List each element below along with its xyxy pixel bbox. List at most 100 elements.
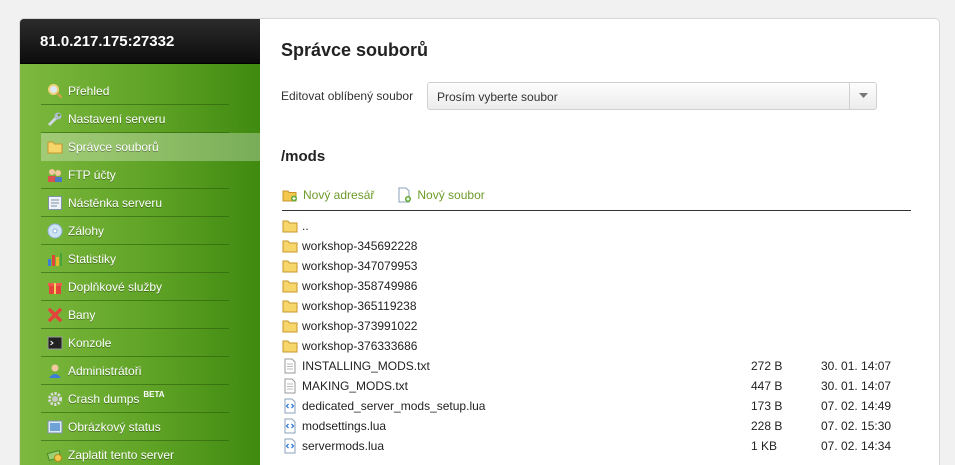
sidebar-item-ban-cross[interactable]: Bany <box>41 301 229 329</box>
bar-chart-icon <box>47 251 63 267</box>
folder-icon <box>282 218 298 234</box>
magnifier-icon <box>47 83 63 99</box>
disc-icon <box>47 223 63 239</box>
file-name: modsettings.lua <box>302 419 387 433</box>
file-name: .. <box>302 219 309 233</box>
wrench-icon <box>47 111 63 127</box>
file-name: dedicated_server_mods_setup.lua <box>302 399 486 413</box>
sidebar-item-label: Konzole <box>68 335 112 350</box>
folder-row[interactable]: .. <box>282 216 911 236</box>
chevron-down-icon[interactable] <box>849 83 876 109</box>
folder-icon <box>282 318 298 334</box>
code-file-icon <box>282 398 298 414</box>
file-row[interactable]: MAKING_MODS.txt 447 B 30. 01. 14:07 <box>282 376 911 396</box>
sidebar-item-label: Přehled <box>68 83 110 98</box>
text-file-icon <box>282 358 298 374</box>
sidebar-item-folder[interactable]: Správce souborů <box>41 133 260 161</box>
sidebar-item-disc[interactable]: Zálohy <box>41 217 229 245</box>
file-row[interactable]: INSTALLING_MODS.txt 272 B 30. 01. 14:07 <box>282 356 911 376</box>
folder-row[interactable]: workshop-376333686 <box>282 336 911 356</box>
new-file-icon <box>396 187 412 203</box>
sidebar-item-cog[interactable]: Crash dumps BETA <box>41 385 229 413</box>
sidebar-item-label: Nastavení serveru <box>68 111 166 126</box>
divider <box>282 210 911 211</box>
sidebar-item-wrench[interactable]: Nastavení serveru <box>41 105 229 133</box>
beta-badge: BETA <box>143 389 165 399</box>
sidebar-item-gift[interactable]: Doplňkové služby <box>41 273 229 301</box>
notice-board-icon <box>47 195 63 211</box>
sidebar-item-label: Doplňkové služby <box>68 279 163 294</box>
favorite-file-select[interactable]: Prosím vyberte soubor <box>427 82 877 110</box>
file-row[interactable]: modsettings.lua 228 B 07. 02. 15:30 <box>282 416 911 436</box>
file-size: 1 KB <box>751 439 778 453</box>
code-file-icon <box>282 418 298 434</box>
current-path: /mods <box>281 148 326 165</box>
file-name: workshop-376333686 <box>302 339 418 353</box>
sidebar-menu: Přehled Nastavení serveru Správce souborů F… <box>20 77 260 465</box>
folder-row[interactable]: workshop-373991022 <box>282 316 911 336</box>
sidebar-item-label: Statistiky <box>68 251 117 266</box>
users-icon <box>47 167 63 183</box>
file-actions: Nový adresář Nový soubor <box>282 187 485 203</box>
sidebar-item-label: Bany <box>68 307 96 322</box>
sidebar-item-bar-chart[interactable]: Statistiky <box>41 245 229 273</box>
image-icon <box>47 419 63 435</box>
sidebar-item-label: Crash dumps <box>68 391 140 406</box>
sidebar-item-notice-board[interactable]: Nástěnka serveru <box>41 189 229 217</box>
sidebar-item-label: Nástěnka serveru <box>68 195 163 210</box>
ban-cross-icon <box>47 307 63 323</box>
favorite-file-label: Editovat oblíbený soubor <box>281 89 414 103</box>
gift-icon <box>47 279 63 295</box>
favorite-file-selected: Prosím vyberte soubor <box>437 90 558 104</box>
folder-icon <box>282 238 298 254</box>
sidebar-item-admin-user[interactable]: Administrátoři <box>41 357 229 385</box>
file-date: 07. 02. 15:30 <box>821 419 892 433</box>
sidebar-item-label: Zaplatit tento server <box>68 447 175 462</box>
folder-row[interactable]: workshop-365119238 <box>282 296 911 316</box>
new-folder-icon <box>282 188 298 202</box>
server-address: 81.0.217.175:27332 <box>20 19 260 64</box>
file-list: .. workshop-345692228 workshop-347079953 wo… <box>282 216 911 456</box>
cog-icon <box>47 391 63 407</box>
file-row[interactable]: dedicated_server_mods_setup.lua 173 B 07. … <box>282 396 911 416</box>
money-icon <box>47 447 63 463</box>
new-file-button[interactable]: Nový soubor <box>396 187 485 203</box>
main-content: Správce souborů Editovat oblíbený soubor… <box>260 19 939 465</box>
folder-icon <box>47 139 63 155</box>
file-size: 228 B <box>751 419 783 433</box>
sidebar-item-terminal[interactable]: Konzole <box>41 329 229 357</box>
folder-row[interactable]: workshop-358749986 <box>282 276 911 296</box>
file-name: INSTALLING_MODS.txt <box>302 359 430 373</box>
sidebar-item-label: FTP účty <box>68 167 116 182</box>
file-size: 173 B <box>751 399 783 413</box>
sidebar-item-label: Správce souborů <box>68 139 159 154</box>
new-folder-label: Nový adresář <box>303 188 375 202</box>
terminal-icon <box>47 335 63 351</box>
folder-row[interactable]: workshop-347079953 <box>282 256 911 276</box>
sidebar-item-money[interactable]: Zaplatit tento server <box>41 441 229 465</box>
folder-icon <box>282 298 298 314</box>
file-size: 447 B <box>751 379 783 393</box>
file-date: 07. 02. 14:49 <box>821 399 892 413</box>
sidebar-item-label: Zálohy <box>68 223 105 238</box>
file-date: 07. 02. 14:34 <box>821 439 892 453</box>
sidebar-item-image[interactable]: Obrázkový status <box>41 413 229 441</box>
sidebar-item-label: Obrázkový status <box>68 419 161 434</box>
sidebar-item-magnifier[interactable]: Přehled <box>41 77 229 105</box>
file-name: MAKING_MODS.txt <box>302 379 409 393</box>
folder-icon <box>282 278 298 294</box>
code-file-icon <box>282 438 298 454</box>
new-folder-button[interactable]: Nový adresář <box>282 187 374 203</box>
file-size: 272 B <box>751 359 783 373</box>
admin-user-icon <box>47 363 63 379</box>
sidebar-item-users[interactable]: FTP účty <box>41 161 229 189</box>
file-name: workshop-358749986 <box>302 279 418 293</box>
folder-icon <box>282 258 298 274</box>
file-name: workshop-365119238 <box>302 299 417 313</box>
file-name: workshop-373991022 <box>302 319 418 333</box>
folder-icon <box>282 338 298 354</box>
file-name: servermods.lua <box>302 439 385 453</box>
folder-row[interactable]: workshop-345692228 <box>282 236 911 256</box>
file-row[interactable]: servermods.lua 1 KB 07. 02. 14:34 <box>282 436 911 456</box>
file-name: workshop-347079953 <box>302 259 418 273</box>
